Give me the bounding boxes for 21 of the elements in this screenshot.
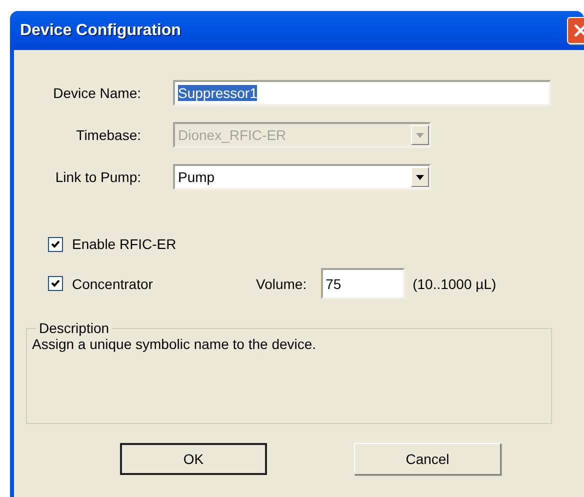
close-icon[interactable] — [574, 24, 584, 37]
field-label: Device Name: — [52, 85, 141, 101]
checkbox-label[interactable]: Concentrator — [72, 276, 153, 292]
check-icon[interactable] — [51, 279, 60, 288]
field-label: Link to Pump: — [54, 169, 141, 185]
dropdown[interactable]: Pump — [173, 164, 431, 190]
range-hint: (10..1000 µL) — [412, 276, 496, 292]
dropdown-arrow-icon[interactable] — [416, 174, 424, 180]
description-text: Assign a unique symbolic name to the device. — [32, 336, 318, 352]
checkbox[interactable] — [48, 236, 63, 252]
check-icon[interactable] — [51, 240, 60, 248]
window-title: Device Configuration — [20, 22, 181, 40]
dialog-button[interactable]: Cancel — [354, 443, 501, 475]
input-field[interactable]: Suppressor1 — [173, 80, 551, 106]
checkbox-label[interactable]: Enable RFIC-ER — [72, 236, 176, 252]
checkbox[interactable] — [48, 276, 63, 291]
field-label: Timebase: — [75, 127, 141, 143]
volume-field[interactable]: 75 — [320, 268, 405, 299]
volume-label: Volume: — [256, 276, 307, 292]
group-title: Description — [38, 320, 110, 336]
dialog-button[interactable]: OK — [120, 443, 267, 475]
